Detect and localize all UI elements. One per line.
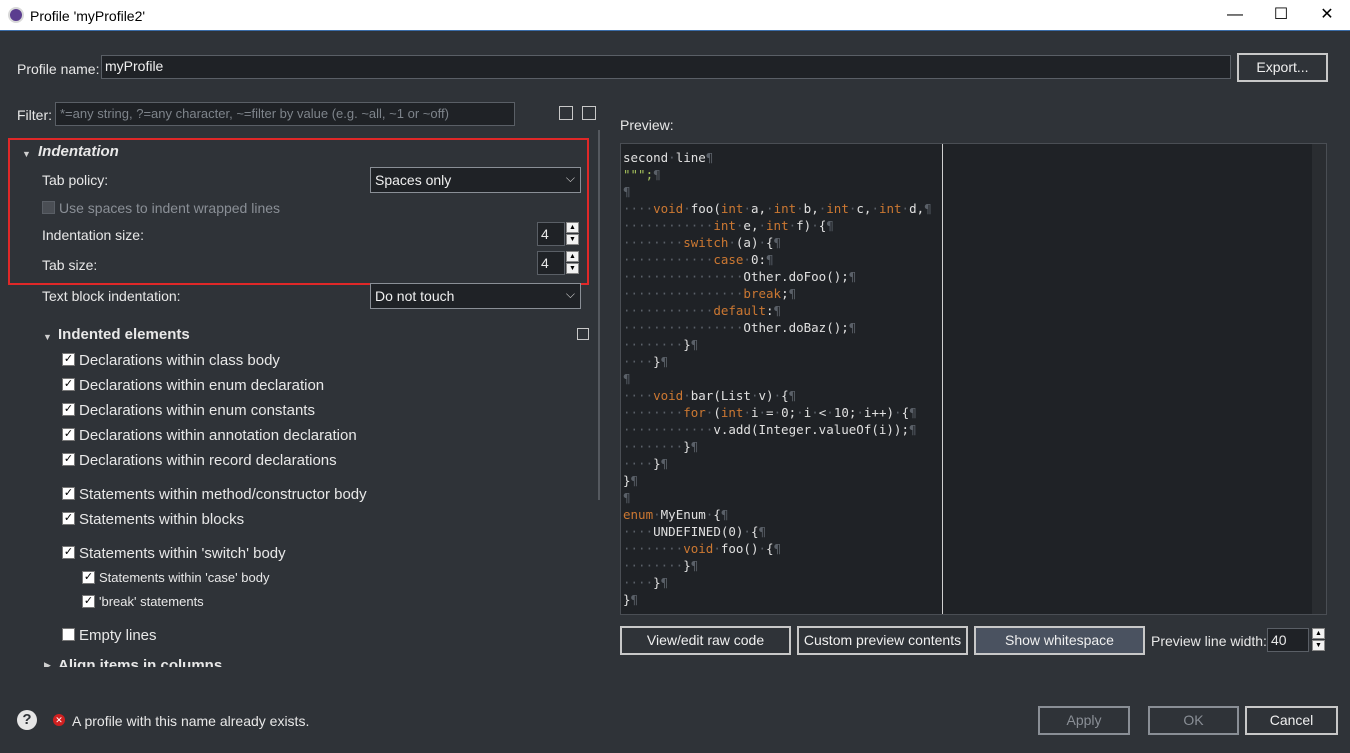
filter-input[interactable]: *=any string, ?=any character, ~=filter … [55,102,515,126]
indent-size-spinner[interactable]: 4 ▲ ▼ [537,222,581,246]
app-icon [8,7,24,23]
option-label: Declarations within enum constants [79,402,315,419]
title-bar: Profile 'myProfile2' — ☐ ✕ [0,0,1350,31]
checkbox[interactable]: ✓ [62,453,75,466]
checkbox[interactable]: ✓ [62,378,75,391]
cancel-button[interactable]: Cancel [1245,706,1338,735]
indent-size-value[interactable]: 4 [537,222,565,246]
configure-icon[interactable] [577,328,589,340]
preview-label: Preview: [620,117,674,133]
tab-policy-label: Tab policy: [42,172,109,188]
checkbox[interactable]: ✓ [82,595,95,608]
collapse-triangle-icon[interactable]: ▼ [22,149,31,159]
close-button[interactable]: ✕ [1304,0,1350,30]
code-text: second·line¶ """;¶ ¶ ····void·foo(int·a,… [623,150,932,607]
options-scrollbar[interactable] [598,130,600,500]
spinner-up-icon[interactable]: ▲ [566,222,579,233]
indented-elements-heading[interactable]: Indented elements [58,326,190,343]
profile-name-input[interactable]: myProfile [101,55,1231,79]
wrapped-lines-label: Use spaces to indent wrapped lines [59,200,281,216]
spinner-up-icon[interactable]: ▲ [566,251,579,262]
indent-size-label: Indentation size: [42,227,144,243]
profile-name-label: Profile name: [17,61,100,77]
filter-placeholder: *=any string, ?=any character, ~=filter … [60,106,449,121]
checkbox[interactable]: ✓ [62,512,75,525]
checkbox[interactable] [62,628,75,641]
spinner-up-icon[interactable]: ▲ [1312,628,1325,639]
chevron-down-icon: ⌵ [565,171,575,185]
option-label: Statements within 'case' body [99,570,270,585]
option-label: Empty lines [79,627,157,644]
show-whitespace-button[interactable]: Show whitespace [974,626,1145,655]
text-block-value: Do not touch [375,288,455,304]
line-width-label: Preview line width: [1151,633,1267,649]
option-label: Declarations within record declarations [79,452,337,469]
checkbox[interactable]: ✓ [62,546,75,559]
error-message: A profile with this name already exists. [72,713,310,729]
spinner-down-icon[interactable]: ▼ [566,263,579,274]
export-button[interactable]: Export... [1237,53,1328,82]
spinner-down-icon[interactable]: ▼ [566,234,579,245]
option-label: Declarations within class body [79,352,280,369]
preview-code-area[interactable]: second·line¶ """;¶ ¶ ····void·foo(int·a,… [620,143,1327,615]
spinner-down-icon[interactable]: ▼ [1312,640,1325,651]
checkbox[interactable]: ✓ [62,353,75,366]
option-label: Statements within blocks [79,511,245,528]
expand-all-icon[interactable] [559,106,573,120]
option-label: Declarations within enum declaration [79,377,325,394]
line-width-value[interactable]: 40 [1267,628,1309,652]
custom-preview-button[interactable]: Custom preview contents [797,626,968,655]
option-label: 'break' statements [99,594,204,609]
text-block-select[interactable]: Do not touch ⌵ [370,283,581,309]
help-icon[interactable]: ? [17,710,37,730]
collapse-all-icon[interactable] [582,106,596,120]
option-label: Statements within method/constructor bod… [79,486,367,503]
align-items-heading[interactable]: Align items in columns [58,657,222,667]
checkbox[interactable]: ✓ [62,428,75,441]
preview-scrollbar[interactable] [1312,144,1326,614]
line-width-marker [942,144,943,614]
filter-label: Filter: [17,107,52,123]
indentation-heading[interactable]: Indentation [38,143,119,160]
checkbox[interactable]: ✓ [82,571,95,584]
clipped-row: ▶ Align items in columns [40,655,600,667]
expand-triangle-icon[interactable]: ▶ [44,660,51,667]
collapse-triangle-icon[interactable]: ▼ [43,332,52,342]
minimize-button[interactable]: — [1212,0,1258,30]
view-raw-code-button[interactable]: View/edit raw code [620,626,791,655]
line-width-spinner[interactable]: 40 ▲ ▼ [1267,628,1325,652]
window-title: Profile 'myProfile2' [30,8,146,24]
chevron-down-icon: ⌵ [565,287,575,301]
tab-policy-select[interactable]: Spaces only ⌵ [370,167,581,193]
tab-size-value[interactable]: 4 [537,251,565,275]
text-block-label: Text block indentation: [42,288,181,304]
option-label: Declarations within annotation declarati… [79,427,357,444]
checkbox[interactable]: ✓ [62,403,75,416]
checkbox[interactable]: ✓ [62,487,75,500]
apply-button[interactable]: Apply [1038,706,1130,735]
error-icon: ✕ [53,714,65,726]
ok-button[interactable]: OK [1148,706,1239,735]
maximize-button[interactable]: ☐ [1258,0,1304,30]
wrapped-lines-checkbox[interactable] [42,201,55,214]
tab-size-label: Tab size: [42,257,98,273]
tab-policy-value: Spaces only [375,172,452,188]
tab-size-spinner[interactable]: 4 ▲ ▼ [537,251,581,275]
option-label: Statements within 'switch' body [79,545,286,562]
